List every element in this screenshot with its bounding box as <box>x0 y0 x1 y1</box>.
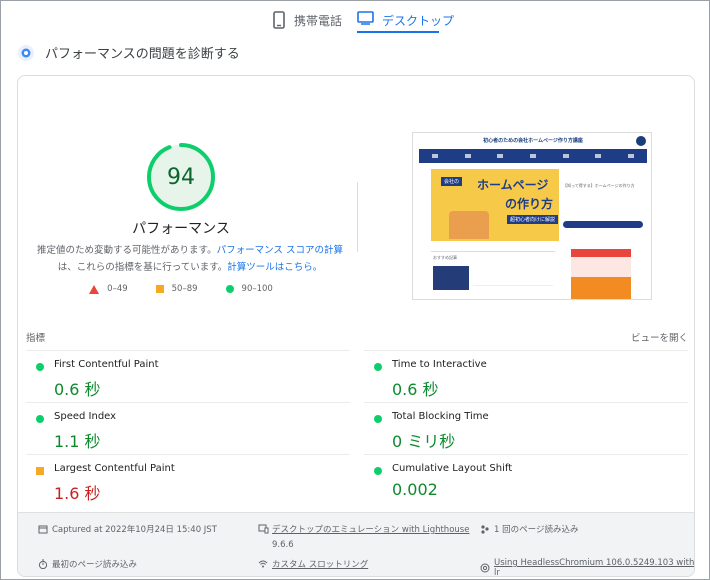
thumb-article-image <box>433 266 469 290</box>
browser-link[interactable]: Using HeadlessChromium 106.0.5249.103 wi… <box>494 558 694 576</box>
expand-view-button[interactable]: ビューを開く <box>631 330 688 344</box>
metrics-header: 指標 ビューを開く <box>26 330 688 344</box>
metrics-title: 指標 <box>26 333 46 344</box>
tab-mobile[interactable]: 携帯電話 <box>273 7 342 33</box>
metric-name: Speed Index <box>54 411 117 422</box>
metric-name: Largest Contentful Paint <box>54 463 175 474</box>
calendar-icon <box>38 524 48 534</box>
captured-row: Captured at 2022年10月24日 15:40 JST <box>38 523 217 535</box>
metric-speed-index: Speed Index 1.1 秒 <box>26 402 350 454</box>
thumb-ad <box>571 249 631 299</box>
thumb-recommended-label: おすすめ記事 <box>433 255 457 260</box>
metric-fcp: First Contentful Paint 0.6 秒 <box>26 350 350 402</box>
legend-range-poor: 0–49 <box>107 284 128 294</box>
legend-item-good: 90–100 <box>225 284 273 294</box>
green-circle-icon <box>225 285 234 293</box>
legend-item-average: 50–89 <box>155 284 198 294</box>
report-card: 94 パフォーマンス 推定値のため変動する可能性があります。パフォーマンス スコ… <box>17 75 695 577</box>
thumb-banner-sub: 超初心者向けに解説 <box>507 215 559 224</box>
thumb-banner-title-2: の作り方 <box>505 197 554 211</box>
green-circle-icon <box>374 363 382 371</box>
score-value: 94 <box>167 164 195 190</box>
thumb-banner-tag: 会社の <box>441 177 463 186</box>
metric-name: Time to Interactive <box>392 359 487 370</box>
vertical-divider <box>357 182 358 252</box>
monitor-icon <box>357 11 375 29</box>
browser-row: Using HeadlessChromium 106.0.5249.103 wi… <box>480 558 694 576</box>
wifi-icon <box>258 559 268 569</box>
green-circle-icon <box>36 363 44 371</box>
metric-cls: Cumulative Layout Shift 0.002 <box>364 454 688 506</box>
description-mid: は、これらの指標を基に行っています。 <box>57 262 228 273</box>
tab-mobile-label: 携帯電話 <box>294 13 343 28</box>
devices-icon <box>258 524 269 534</box>
green-circle-icon <box>374 415 382 423</box>
tab-desktop[interactable]: デスクトップ <box>357 7 454 33</box>
thumb-banner-title-1: ホームページ <box>477 178 549 192</box>
score-label: パフォーマンス <box>132 221 230 237</box>
orange-square-icon <box>36 467 44 475</box>
lighthouse-version-row: 9.6.6 <box>272 540 294 550</box>
thumb-side-text: 【知って得する】ホームページの作り方 <box>563 183 635 188</box>
calculator-link[interactable]: 計算ツールはこちら。 <box>227 262 322 273</box>
metric-name: Total Blocking Time <box>392 411 489 422</box>
metric-value: 1.6 秒 <box>54 484 101 503</box>
metric-lcp: Largest Contentful Paint 1.6 秒 <box>26 454 350 506</box>
score-legend: 0–49 50–89 90–100 <box>18 284 344 294</box>
thumb-article-text <box>473 266 553 286</box>
thumb-ad-block <box>571 277 631 299</box>
diagnose-header: パフォーマンスの問題を診断する <box>17 43 240 62</box>
metric-value: 0.6 秒 <box>392 380 439 399</box>
thumb-illustration <box>449 211 489 239</box>
metric-value: 0.6 秒 <box>54 380 101 399</box>
emulation-link[interactable]: デスクトップのエミュレーション with Lighthouse <box>272 523 469 535</box>
thumb-recommended: おすすめ記事 <box>431 251 555 299</box>
thumb-logo <box>636 136 646 146</box>
orange-square-icon <box>155 285 164 293</box>
throttling-link[interactable]: カスタム スロットリング <box>272 558 368 570</box>
runtime-settings: Captured at 2022年10月24日 15:40 JST デスクトップ… <box>18 512 694 576</box>
score-description: 推定値のため変動する可能性があります。パフォーマンス スコアの計算 は、これらの… <box>30 242 350 276</box>
score-calc-link[interactable]: パフォーマンス スコアの計算 <box>217 245 343 256</box>
page-loads-text: 1 回のページ読み込み <box>494 525 579 535</box>
tab-desktop-label: デスクトップ <box>382 13 455 28</box>
lighthouse-icon <box>17 44 35 62</box>
timer-icon <box>38 559 48 570</box>
initial-load-row: 最初のページ読み込み <box>38 558 137 570</box>
page-screenshot-thumbnail: 初心者のための会社ホームページ作り方講座 会社の ホームページ の作り方 超初心… <box>412 132 652 300</box>
green-circle-icon <box>374 467 382 475</box>
phone-icon <box>273 11 287 29</box>
thumb-nav <box>419 149 647 163</box>
metric-tbt: Total Blocking Time 0 ミリ秒 <box>364 402 688 454</box>
device-tabs: 携帯電話 デスクトップ <box>1 1 710 35</box>
captured-text: Captured at 2022年10月24日 15:40 JST <box>52 525 217 535</box>
thumb-site-title: 初心者のための会社ホームページ作り方講座 <box>483 138 583 144</box>
browser-icon <box>480 563 490 573</box>
metric-value: 0 ミリ秒 <box>392 432 456 451</box>
metric-tti: Time to Interactive 0.6 秒 <box>364 350 688 402</box>
emulation-row: デスクトップのエミュレーション with Lighthouse <box>258 523 469 535</box>
metric-value: 0.002 <box>392 480 438 499</box>
metric-value: 1.1 秒 <box>54 432 101 451</box>
metric-name: First Contentful Paint <box>54 359 159 370</box>
thumb-side-button <box>563 221 643 228</box>
throttling-row: カスタム スロットリング <box>258 558 368 570</box>
legend-item-poor: 0–49 <box>89 284 128 294</box>
green-circle-icon <box>36 415 44 423</box>
lighthouse-version: 9.6.6 <box>272 540 294 550</box>
diagnose-title: パフォーマンスの問題を診断する <box>45 47 240 62</box>
legend-range-good: 90–100 <box>241 284 273 294</box>
initial-load-text: 最初のページ読み込み <box>52 560 137 570</box>
metric-name: Cumulative Layout Shift <box>392 463 513 474</box>
page-loads-row: 1 回のページ読み込み <box>480 523 578 535</box>
red-triangle-icon <box>89 284 100 294</box>
description-prefix: 推定値のため変動する可能性があります。 <box>37 245 217 256</box>
thumb-ad-header <box>571 249 631 257</box>
thumb-banner: 会社の ホームページ の作り方 超初心者向けに解説 <box>431 169 559 241</box>
nodes-icon <box>480 524 490 534</box>
active-tab-indicator <box>357 31 439 33</box>
legend-range-average: 50–89 <box>171 284 198 294</box>
